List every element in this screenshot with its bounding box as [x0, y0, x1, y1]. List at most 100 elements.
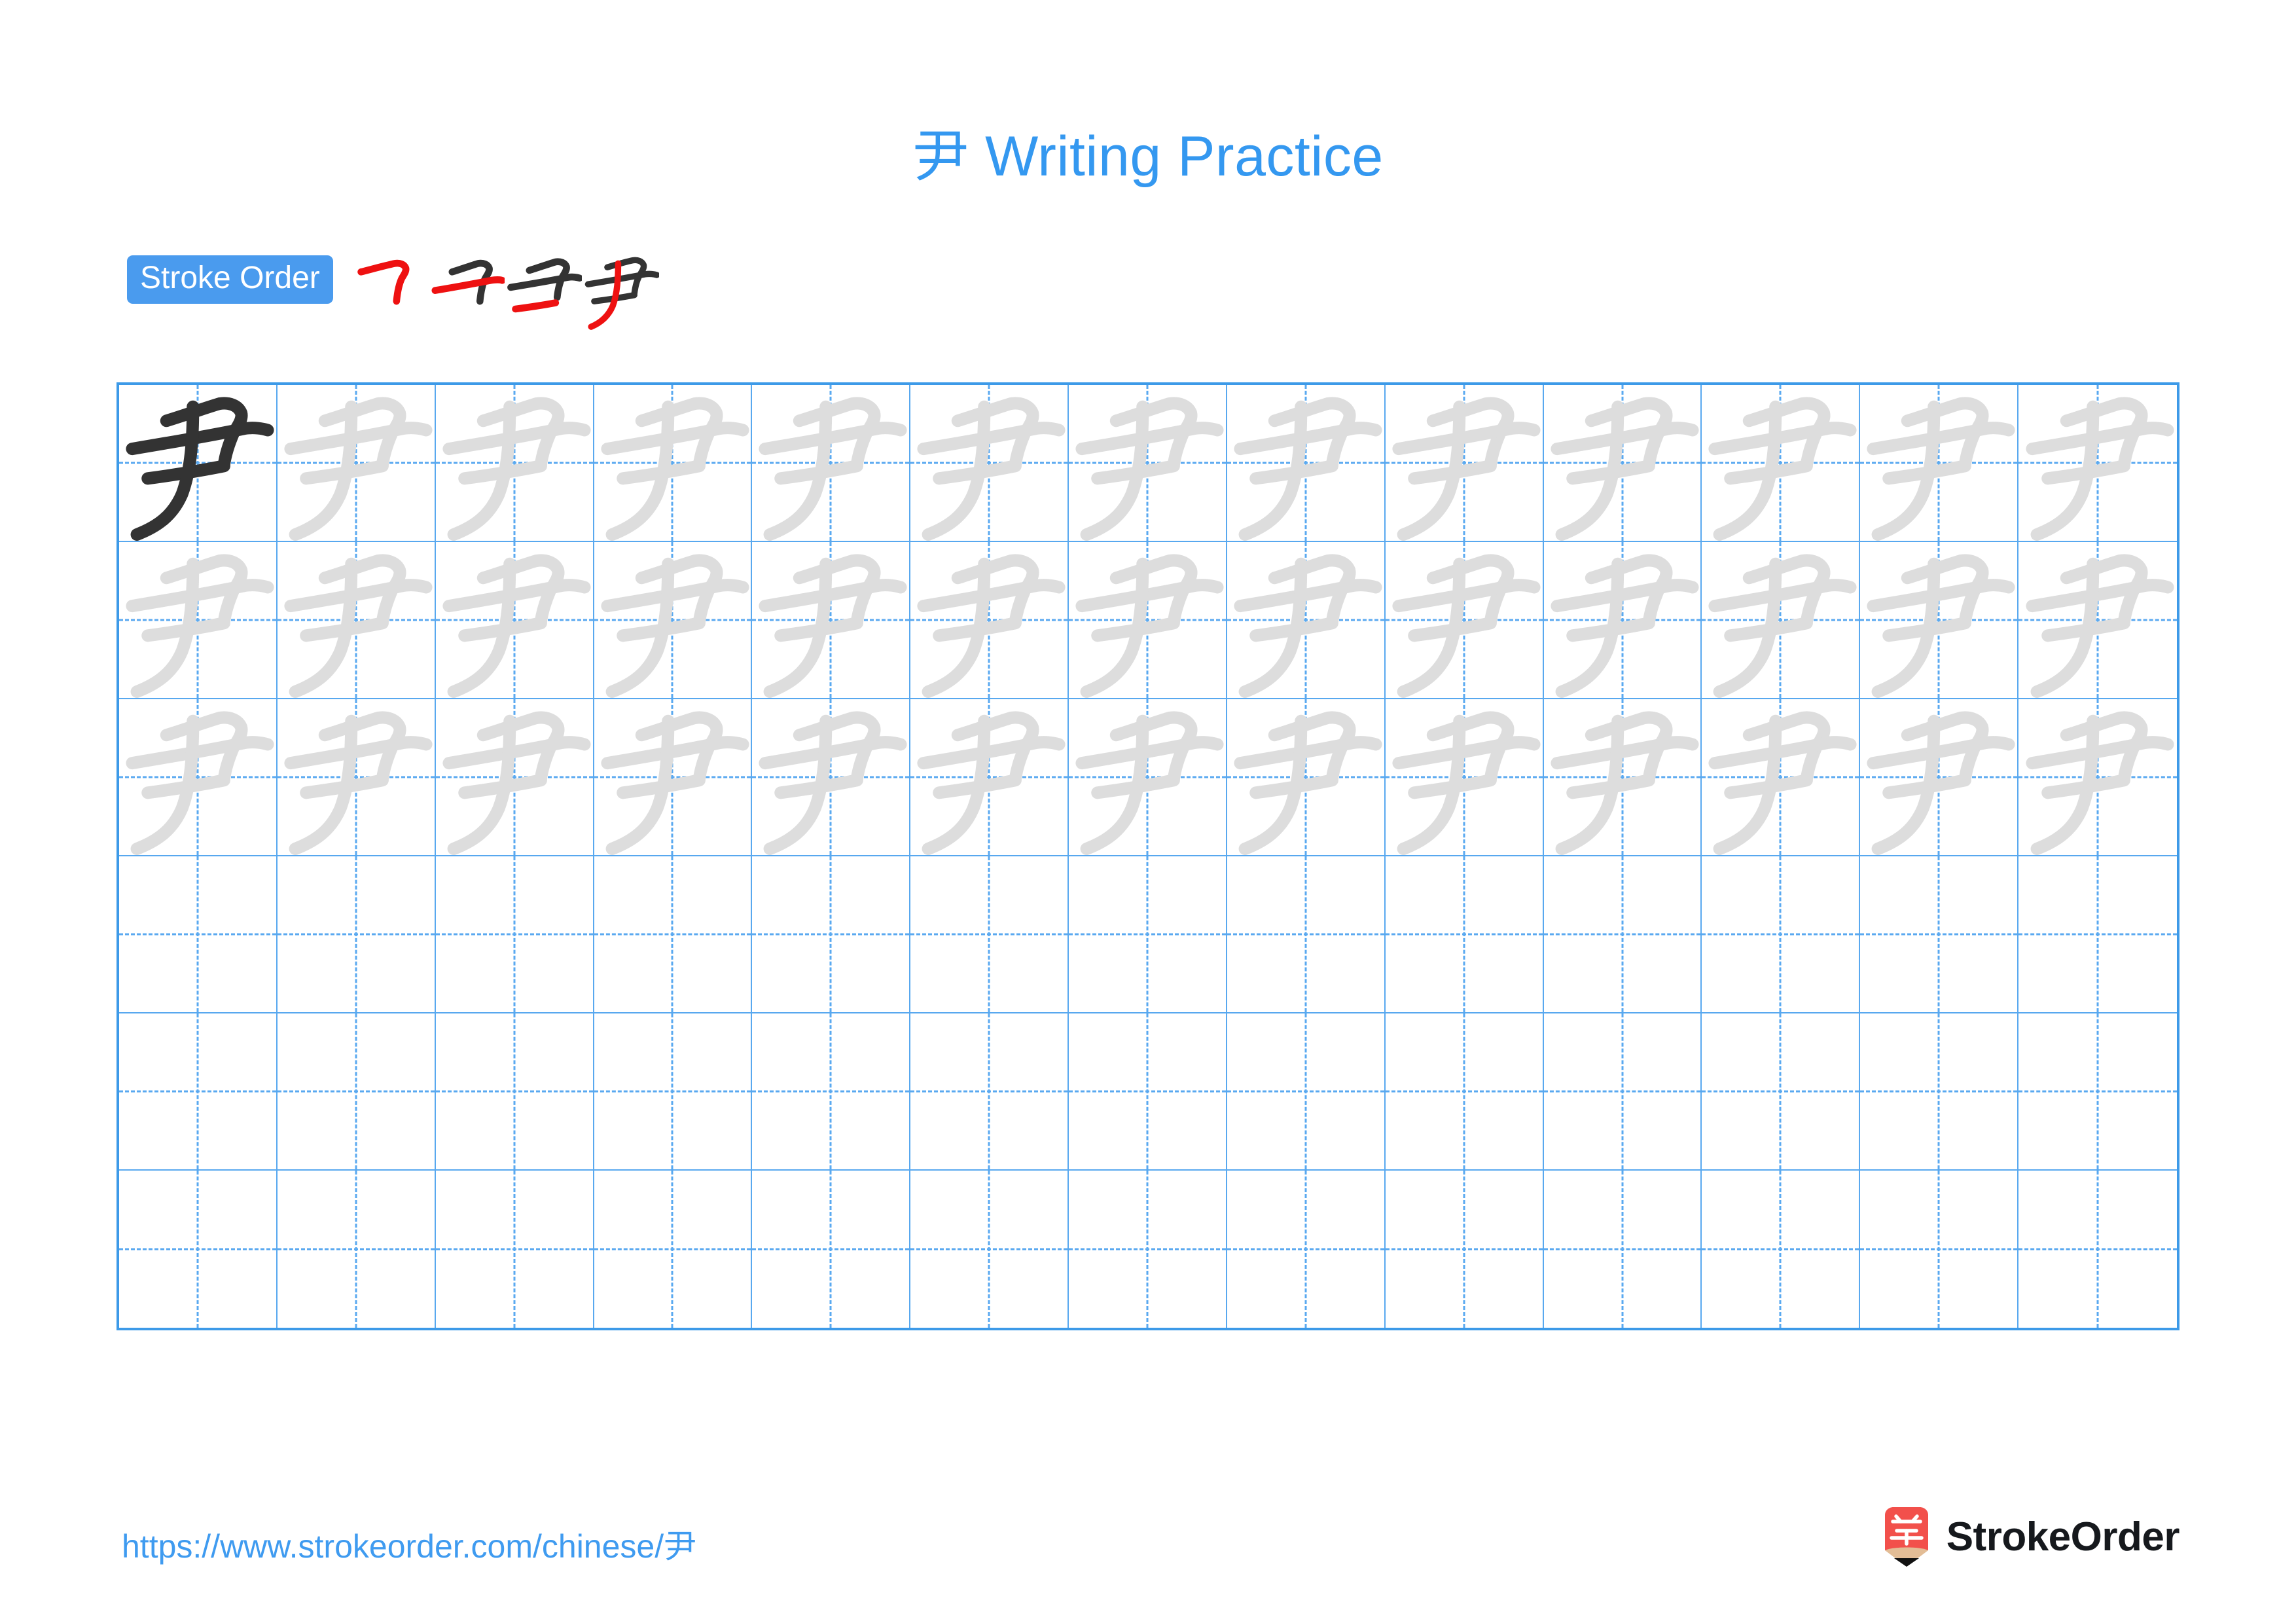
grid-cell-r4-c6[interactable] [910, 856, 1069, 1013]
grid-cell-r2-c12[interactable] [1860, 542, 2019, 699]
grid-cell-r6-c11[interactable] [1702, 1171, 1861, 1328]
grid-cell-r3-c8[interactable] [1227, 699, 1386, 856]
grid-cell-r3-c12[interactable] [1860, 699, 2019, 856]
grid-cell-r6-c10[interactable] [1544, 1171, 1702, 1328]
grid-cell-r1-c13[interactable] [2018, 385, 2177, 542]
grid-cell-r5-c10[interactable] [1543, 1013, 1702, 1171]
character-glyph-trace [1227, 699, 1384, 855]
grid-cell-r1-c6[interactable] [910, 385, 1069, 542]
grid-cell-r4-c13[interactable] [2018, 856, 2177, 1013]
character-glyph-trace [752, 542, 909, 698]
grid-cell-r4-c2[interactable] [277, 856, 436, 1013]
character-glyph-trace [278, 542, 435, 698]
grid-cell-r2-c6[interactable] [910, 542, 1069, 699]
grid-cell-r1-c9[interactable] [1385, 385, 1544, 542]
grid-cell-r1-c12[interactable] [1860, 385, 2019, 542]
grid-cell-r4-c1[interactable] [119, 856, 278, 1013]
grid-cell-r2-c4[interactable] [594, 542, 753, 699]
grid-cell-r4-c8[interactable] [1227, 856, 1386, 1013]
stroke-2 [600, 422, 749, 456]
character-glyph-trace [2018, 385, 2177, 541]
grid-cell-r5-c5[interactable] [752, 1013, 911, 1171]
grid-cell-r6-c8[interactable] [1227, 1171, 1386, 1328]
grid-cell-r3-c11[interactable] [1702, 699, 1861, 856]
grid-cell-r6-c13[interactable] [2018, 1171, 2177, 1328]
grid-cell-r1-c7[interactable] [1069, 385, 1227, 542]
grid-cell-r2-c3[interactable] [435, 542, 594, 699]
grid-cell-r6-c2[interactable] [278, 1171, 436, 1328]
grid-cell-r1-c5[interactable] [752, 385, 911, 542]
stroke-2 [1708, 422, 1857, 456]
grid-cell-r1-c10[interactable] [1543, 385, 1702, 542]
grid-cell-r2-c11[interactable] [1702, 542, 1861, 699]
grid-cell-r5-c11[interactable] [1702, 1013, 1861, 1171]
grid-cell-r6-c7[interactable] [1069, 1171, 1227, 1328]
grid-cell-r1-c4[interactable] [594, 385, 753, 542]
grid-cell-r6-c9[interactable] [1386, 1171, 1544, 1328]
grid-cell-r5-c8[interactable] [1227, 1013, 1386, 1171]
grid-cell-r5-c7[interactable] [1069, 1013, 1227, 1171]
stroke-2 [759, 736, 907, 770]
grid-cell-r6-c6[interactable] [910, 1171, 1069, 1328]
grid-cell-r1-c1[interactable] [119, 385, 278, 542]
grid-cell-r5-c4[interactable] [594, 1013, 753, 1171]
grid-cell-r3-c6[interactable] [910, 699, 1069, 856]
grid-cell-r5-c9[interactable] [1385, 1013, 1544, 1171]
grid-cell-r4-c10[interactable] [1543, 856, 1702, 1013]
stroke-2-glyph [507, 273, 582, 291]
grid-cell-r2-c1[interactable] [119, 542, 278, 699]
grid-cell-r1-c2[interactable] [277, 385, 436, 542]
grid-cell-r5-c1[interactable] [119, 1013, 278, 1171]
grid-cell-r3-c1[interactable] [119, 699, 278, 856]
grid-cell-r2-c8[interactable] [1227, 542, 1386, 699]
grid-cell-r2-c9[interactable] [1385, 542, 1544, 699]
grid-cell-r3-c4[interactable] [594, 699, 753, 856]
stroke-2 [600, 579, 749, 613]
grid-cell-r2-c10[interactable] [1543, 542, 1702, 699]
character-glyph-trace [1544, 385, 1701, 541]
grid-cell-r3-c7[interactable] [1069, 699, 1227, 856]
grid-cell-r6-c1[interactable] [119, 1171, 278, 1328]
grid-cell-r6-c12[interactable] [1860, 1171, 2019, 1328]
grid-cell-r5-c12[interactable] [1860, 1013, 2019, 1171]
stroke-2 [126, 422, 274, 456]
footer-url[interactable]: https://www.strokeorder.com/chinese/尹 [122, 1520, 696, 1567]
grid-cell-r4-c9[interactable] [1385, 856, 1544, 1013]
grid-cell-r1-c11[interactable] [1702, 385, 1861, 542]
stroke-2 [917, 736, 1066, 770]
grid-cell-r5-c6[interactable] [910, 1013, 1069, 1171]
grid-cell-r2-c5[interactable] [752, 542, 911, 699]
grid-cell-r3-c5[interactable] [752, 699, 911, 856]
stroke-2-glyph [431, 276, 505, 294]
character-glyph-trace [1860, 699, 2017, 855]
grid-cell-r3-c3[interactable] [435, 699, 594, 856]
grid-cell-r5-c13[interactable] [2018, 1013, 2177, 1171]
grid-cell-r4-c11[interactable] [1702, 856, 1861, 1013]
grid-cell-r4-c3[interactable] [435, 856, 594, 1013]
character-glyph-trace [1860, 542, 2017, 698]
character-glyph-trace [1069, 542, 1226, 698]
page-title: 尹 Writing Practice [0, 110, 2296, 192]
stroke-2 [1075, 579, 1224, 613]
grid-cell-r6-c3[interactable] [436, 1171, 594, 1328]
grid-cell-r1-c3[interactable] [435, 385, 594, 542]
grid-cell-r6-c4[interactable] [594, 1171, 753, 1328]
grid-cell-r4-c5[interactable] [752, 856, 911, 1013]
grid-cell-r3-c10[interactable] [1543, 699, 1702, 856]
grid-cell-r5-c2[interactable] [277, 1013, 436, 1171]
grid-cell-r2-c2[interactable] [277, 542, 436, 699]
character-glyph-trace [1544, 699, 1701, 855]
grid-cell-r4-c12[interactable] [1860, 856, 2019, 1013]
grid-cell-r5-c3[interactable] [435, 1013, 594, 1171]
grid-cell-r1-c8[interactable] [1227, 385, 1386, 542]
stroke-2 [917, 579, 1066, 613]
grid-cell-r3-c9[interactable] [1385, 699, 1544, 856]
stroke-2 [1392, 422, 1541, 456]
grid-cell-r2-c13[interactable] [2018, 542, 2177, 699]
grid-cell-r4-c7[interactable] [1069, 856, 1227, 1013]
grid-cell-r3-c13[interactable] [2018, 699, 2177, 856]
grid-cell-r4-c4[interactable] [594, 856, 753, 1013]
grid-cell-r3-c2[interactable] [277, 699, 436, 856]
grid-cell-r6-c5[interactable] [752, 1171, 911, 1328]
grid-cell-r2-c7[interactable] [1069, 542, 1227, 699]
